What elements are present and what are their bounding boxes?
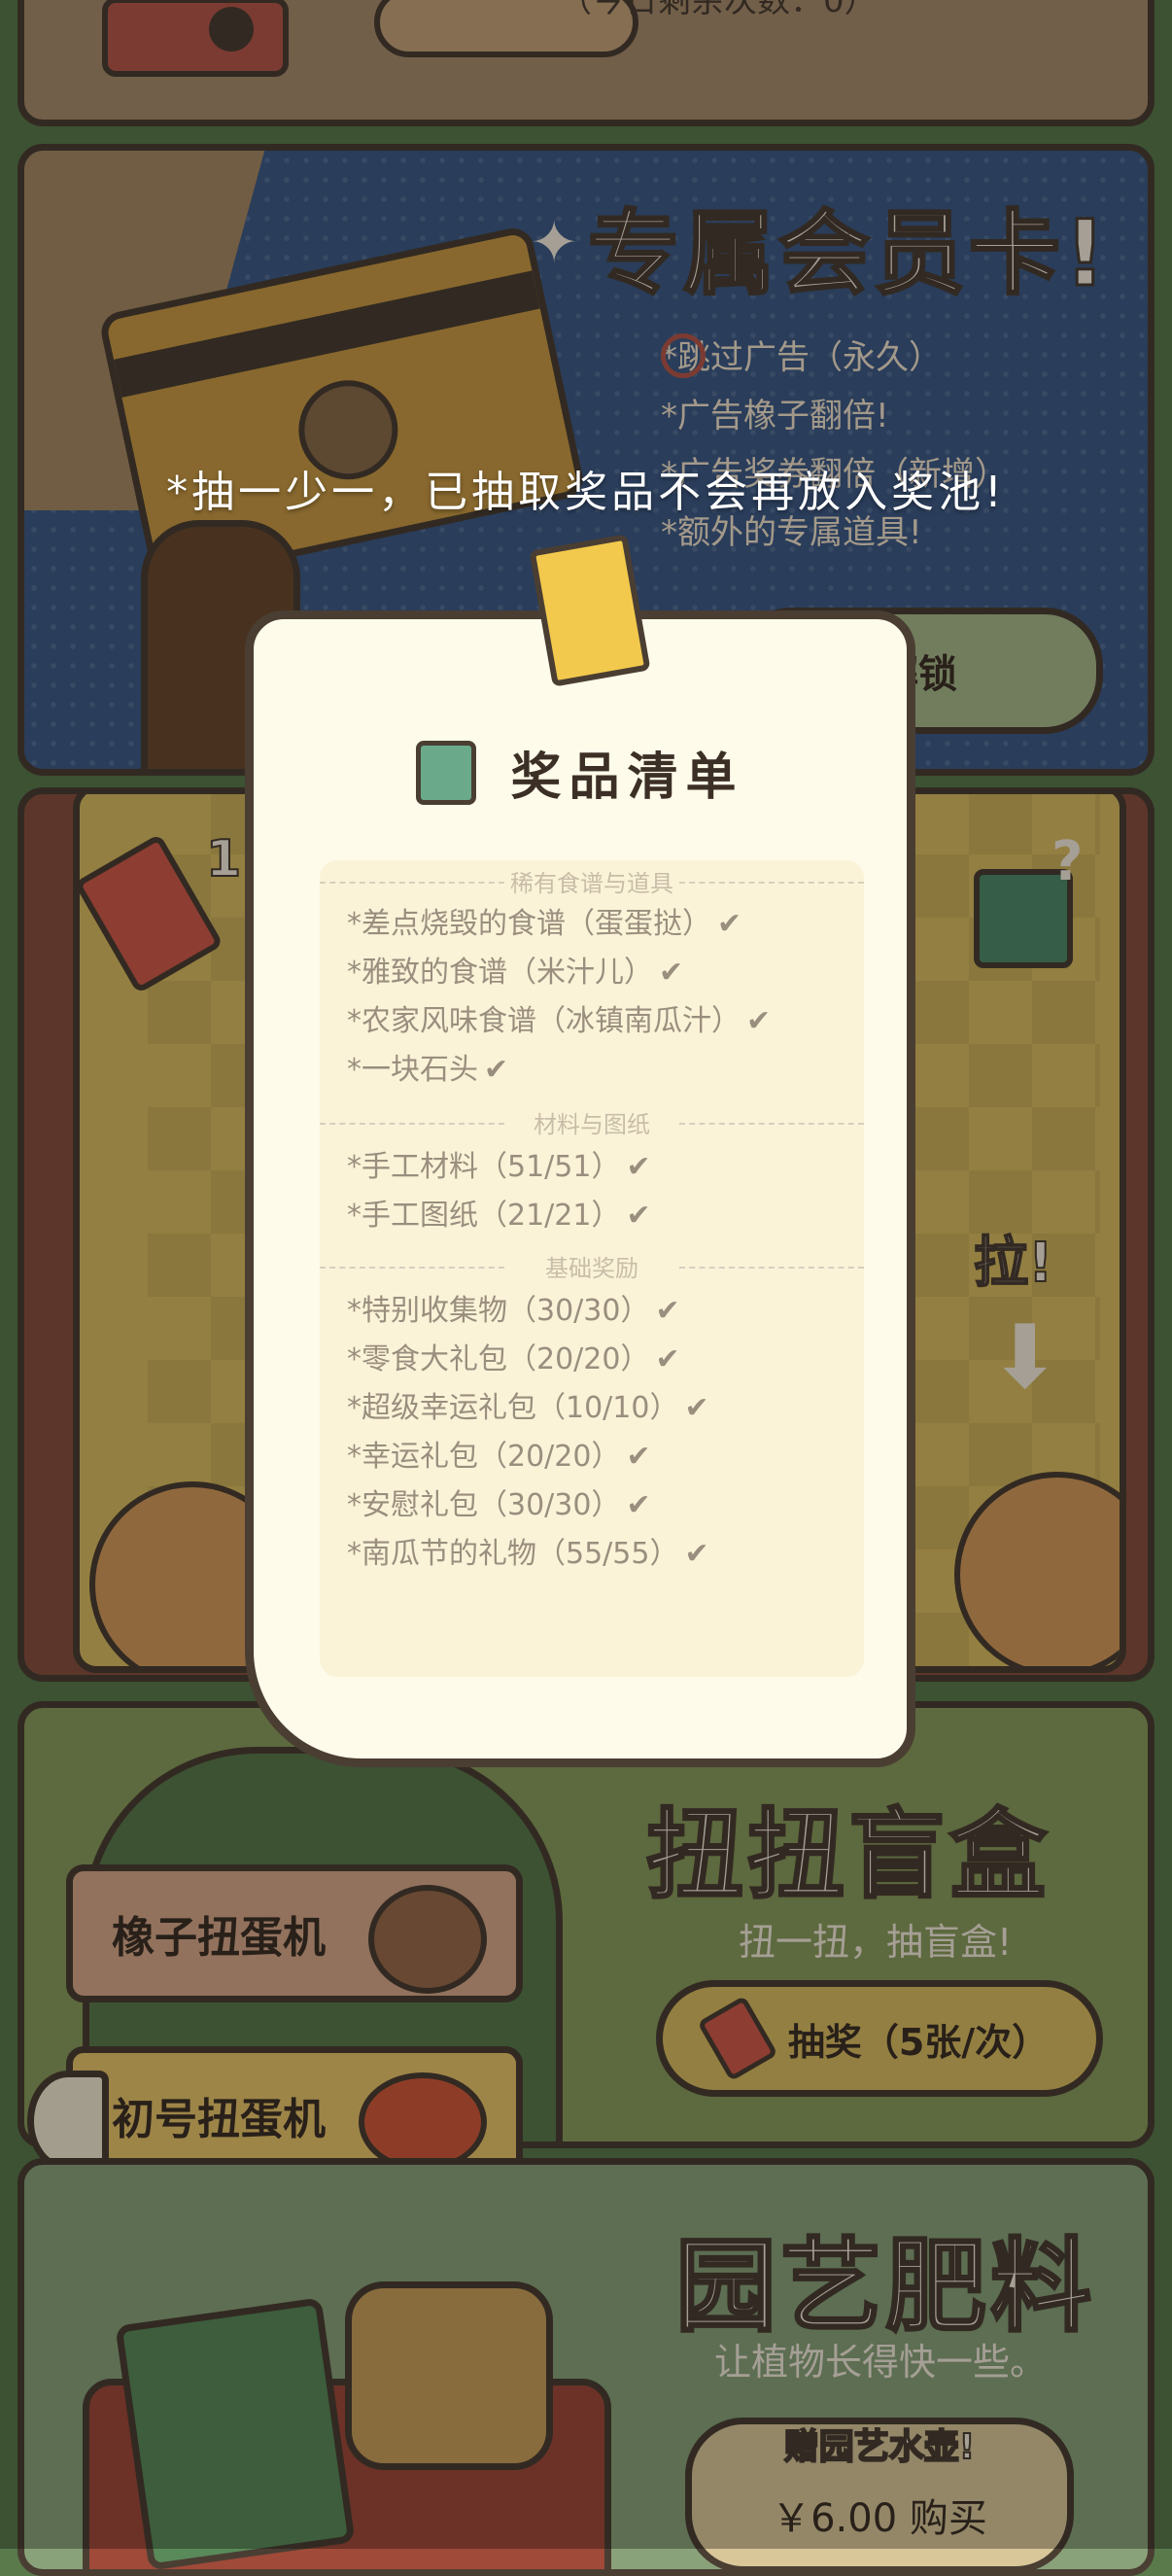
prize-item: *农家风味食谱（冰镇南瓜汁） ✔	[347, 1004, 772, 1038]
prize-item: *差点烧毁的食谱（蛋蛋挞） ✔	[347, 907, 742, 941]
check-icon: ✔	[626, 1150, 651, 1184]
prize-list-title: 奖品清单	[510, 748, 744, 807]
check-icon: ✔	[484, 1053, 509, 1087]
prize-list-modal: 奖品清单 稀有食谱与道具 *差点烧毁的食谱（蛋蛋挞） ✔ *雅致的食谱（米汁儿） ✔…	[245, 534, 915, 1767]
check-icon: ✔	[659, 956, 684, 990]
check-icon: ✔	[746, 1004, 772, 1038]
section-materials: 材料与图纸	[320, 1105, 864, 1139]
prize-item: *一块石头 ✔	[347, 1053, 509, 1087]
check-icon: ✔	[684, 1391, 709, 1425]
check-icon: ✔	[626, 1199, 651, 1233]
check-icon: ✔	[655, 1342, 680, 1376]
notice-text: *抽一少一，已抽取奖品不会再放入奖池!	[166, 468, 1006, 517]
check-icon: ✔	[626, 1440, 651, 1474]
check-icon: ✔	[655, 1294, 680, 1328]
prize-item: *零食大礼包（20/20） ✔	[347, 1342, 680, 1376]
prize-item: *安慰礼包（30/30） ✔	[347, 1488, 651, 1522]
check-icon: ✔	[626, 1488, 651, 1522]
prize-item: *雅致的食谱（米汁儿） ✔	[347, 956, 684, 990]
prize-item: *南瓜节的礼物（55/55） ✔	[347, 1537, 709, 1571]
check-icon: ✔	[684, 1537, 709, 1571]
prize-list-body: 稀有食谱与道具 *差点烧毁的食谱（蛋蛋挞） ✔ *雅致的食谱（米汁儿） ✔ *农家风…	[320, 860, 864, 1677]
prize-item: *幸运礼包（20/20） ✔	[347, 1440, 651, 1474]
section-rare-recipes: 稀有食谱与道具	[320, 864, 864, 898]
prize-item: *手工材料（51/51） ✔	[347, 1150, 651, 1184]
section-basic-rewards: 基础奖励	[320, 1249, 864, 1283]
gift-icon	[416, 740, 477, 805]
check-icon: ✔	[717, 907, 742, 941]
prize-item: *特别收集物（30/30） ✔	[347, 1294, 680, 1328]
prize-item: *手工图纸（21/21） ✔	[347, 1199, 651, 1233]
prize-list-header: 奖品清单	[254, 736, 907, 809]
prize-item: *超级幸运礼包（10/10） ✔	[347, 1391, 709, 1425]
